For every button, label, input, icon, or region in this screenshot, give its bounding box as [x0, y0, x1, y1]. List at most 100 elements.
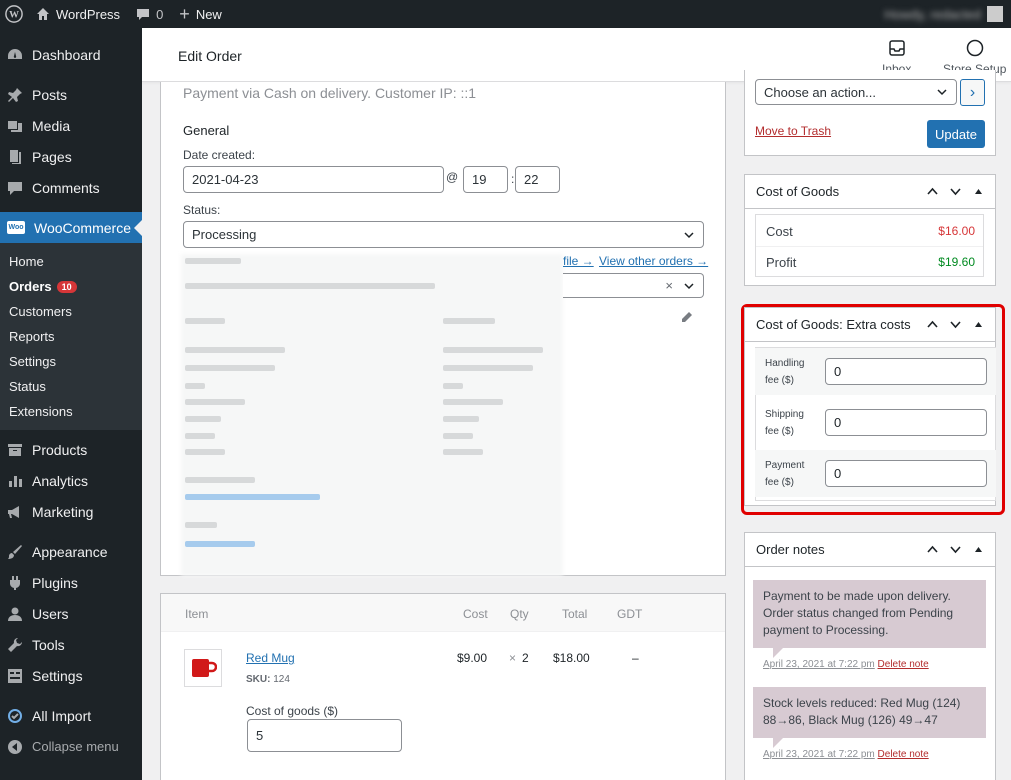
date-created-label: Date created: — [183, 148, 256, 162]
clear-icon[interactable]: × — [665, 278, 673, 293]
menu-label: Marketing — [32, 503, 94, 520]
menu-media[interactable]: Media — [0, 110, 142, 141]
menu-label: Pages — [32, 148, 72, 165]
shipping-fee-row: Shipping fee ($) 0 — [755, 399, 996, 446]
chevron-down-icon — [684, 231, 694, 238]
item-gdt: – — [632, 651, 639, 665]
wordpress-logo-icon[interactable]: W — [0, 0, 28, 28]
menu-dashboard[interactable]: Dashboard — [0, 39, 142, 70]
submenu-settings[interactable]: Settings — [0, 349, 142, 374]
submenu-customers[interactable]: Customers — [0, 299, 142, 324]
order-action-select[interactable]: Choose an action... — [755, 79, 957, 105]
submenu-orders[interactable]: Orders 10 — [0, 274, 142, 299]
wrench-icon — [8, 637, 23, 652]
menu-posts[interactable]: Posts — [0, 79, 142, 110]
admin-bar: W WordPress 0 + New Howdy, redacted — [0, 0, 1011, 28]
menu-marketing[interactable]: Marketing — [0, 496, 142, 527]
customer-select[interactable]: × — [563, 273, 704, 298]
submenu-label: Orders — [9, 279, 52, 294]
submenu-label: Customers — [9, 304, 72, 319]
menu-tools[interactable]: Tools — [0, 629, 142, 660]
chevron-up-icon[interactable] — [926, 318, 939, 331]
box-title: Order notes — [756, 542, 825, 557]
product-name-link[interactable]: Red Mug — [246, 651, 295, 665]
menu-products[interactable]: Products — [0, 434, 142, 465]
user-account-link[interactable]: Howdy, redacted — [876, 0, 1011, 28]
submenu-label: Status — [9, 379, 46, 394]
col-qty: Qty — [510, 607, 529, 621]
comments-link[interactable]: 0 — [128, 0, 171, 28]
submenu-extensions[interactable]: Extensions — [0, 399, 142, 424]
menu-woocommerce[interactable]: Woo WooCommerce — [0, 212, 142, 243]
order-note: Payment to be made upon delivery. Order … — [753, 580, 986, 658]
fee-label: Handling — [765, 357, 805, 369]
comments-count: 0 — [156, 6, 164, 22]
collapse-triangle-icon[interactable] — [972, 543, 985, 556]
apply-action-button[interactable]: › — [960, 79, 985, 106]
chevron-up-icon[interactable] — [926, 543, 939, 556]
sku-value: 124 — [273, 674, 290, 685]
delete-note-link[interactable]: Delete note — [878, 749, 929, 760]
submenu-reports[interactable]: Reports — [0, 324, 142, 349]
date-created-input[interactable]: 2021-04-23 — [183, 166, 444, 193]
site-name-link[interactable]: WordPress — [28, 0, 128, 28]
fee-label: Payment — [765, 459, 805, 471]
order-notes-box: Order notes Payment to be made upon deli… — [744, 532, 996, 780]
collapse-triangle-icon[interactable] — [972, 185, 985, 198]
menu-settings[interactable]: Settings — [0, 660, 142, 691]
site-name: WordPress — [56, 6, 121, 22]
times-icon: × — [509, 651, 517, 665]
collapse-icon — [8, 739, 22, 754]
import-icon — [8, 708, 22, 723]
order-action-value: Choose an action... — [764, 84, 877, 100]
chevron-down-icon[interactable] — [949, 318, 962, 331]
payment-fee-input[interactable]: 0 — [825, 460, 987, 487]
menu-analytics[interactable]: Analytics — [0, 465, 142, 496]
submenu-label: Settings — [9, 354, 56, 369]
menu-label: Media — [32, 117, 71, 134]
items-header: Item Cost Qty Total GDT — [161, 594, 725, 632]
profit-value: $19.60 — [938, 255, 975, 269]
status-select[interactable]: Processing — [183, 221, 704, 248]
submenu-status[interactable]: Status — [0, 374, 142, 399]
chevron-down-icon[interactable] — [949, 543, 962, 556]
edit-pencil-icon[interactable] — [681, 311, 693, 323]
delete-note-link[interactable]: Delete note — [878, 659, 929, 670]
submenu-label: Extensions — [9, 404, 73, 419]
menu-comments[interactable]: Comments — [0, 172, 142, 203]
menu-appearance[interactable]: Appearance — [0, 536, 142, 567]
box-title: Cost of Goods — [756, 184, 840, 199]
cost-of-goods-input[interactable]: 5 — [247, 719, 402, 752]
menu-pages[interactable]: Pages — [0, 141, 142, 172]
customer-profile-link[interactable]: file → — [563, 254, 594, 268]
item-qty: 2 — [522, 651, 529, 665]
new-content-link[interactable]: + New — [171, 0, 230, 28]
chevron-down-icon[interactable] — [949, 185, 962, 198]
shipping-fee-input[interactable]: 0 — [825, 409, 987, 436]
handling-fee-input[interactable]: 0 — [825, 358, 987, 385]
menu-all-import[interactable]: All Import — [0, 700, 142, 731]
pin-icon — [8, 87, 22, 102]
hour-input[interactable]: 19 — [463, 166, 508, 193]
circle-progress-icon — [966, 39, 983, 57]
submenu-home[interactable]: Home — [0, 249, 142, 274]
new-label: New — [195, 6, 222, 22]
col-item: Item — [185, 607, 209, 621]
collapse-menu-button[interactable]: Collapse menu — [0, 731, 142, 762]
woocommerce-icon: Woo — [7, 221, 25, 234]
user-greeting: Howdy, redacted — [884, 6, 981, 22]
collapse-triangle-icon[interactable] — [972, 318, 985, 331]
menu-users[interactable]: Users — [0, 598, 142, 629]
move-to-trash-link[interactable]: Move to Trash — [755, 124, 831, 138]
menu-label: Tools — [32, 636, 65, 653]
page-title: Edit Order — [178, 48, 242, 64]
chevron-up-icon[interactable] — [926, 185, 939, 198]
view-other-orders-link[interactable]: View other orders → — [599, 254, 708, 268]
minute-input[interactable]: 22 — [515, 166, 560, 193]
plugin-icon — [10, 575, 20, 590]
menu-plugins[interactable]: Plugins — [0, 567, 142, 598]
status-value: Processing — [192, 227, 257, 242]
settings-icon — [8, 668, 22, 683]
home-icon — [37, 8, 49, 20]
update-button[interactable]: Update — [927, 120, 985, 148]
